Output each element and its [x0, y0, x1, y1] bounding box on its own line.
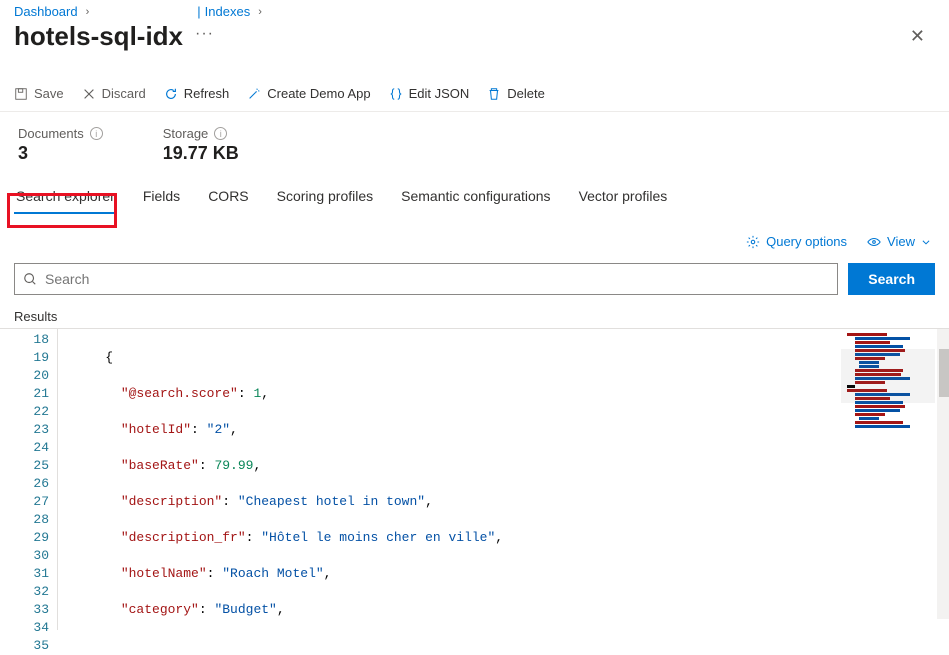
- page-title: hotels-sql-idx: [14, 21, 183, 52]
- more-icon[interactable]: ···: [195, 25, 214, 49]
- search-box[interactable]: [14, 263, 838, 295]
- storage-label: Storage: [163, 126, 209, 141]
- search-icon: [23, 272, 37, 286]
- trash-icon: [487, 87, 501, 101]
- search-row: Search: [0, 259, 949, 303]
- search-input[interactable]: [45, 271, 829, 287]
- delete-label: Delete: [507, 86, 545, 101]
- toolbar: Save Discard Refresh Create Demo App Edi…: [0, 78, 949, 112]
- stats-row: Documents i 3 Storage i 19.77 KB: [0, 112, 949, 180]
- line-gutter: 181920 212223 242526 272829 303132 33343…: [0, 329, 58, 630]
- breadcrumb: Dashboard › | Indexes ›: [0, 0, 949, 19]
- documents-stat: Documents i 3: [18, 126, 103, 164]
- tab-fields[interactable]: Fields: [141, 180, 182, 214]
- breadcrumb-dashboard[interactable]: Dashboard: [14, 4, 78, 19]
- edit-json-button[interactable]: Edit JSON: [389, 86, 470, 101]
- minimap[interactable]: [841, 329, 949, 619]
- refresh-label: Refresh: [184, 86, 230, 101]
- title-row: hotels-sql-idx ··· ✕: [0, 19, 949, 60]
- view-label: View: [887, 234, 915, 249]
- code-content[interactable]: { "@search.score": 1, "hotelId": "2", "b…: [58, 329, 841, 630]
- tab-cors[interactable]: CORS: [206, 180, 250, 214]
- info-icon[interactable]: i: [90, 127, 103, 140]
- tab-semantic[interactable]: Semantic configurations: [399, 180, 552, 214]
- view-button[interactable]: View: [867, 234, 931, 249]
- chevron-down-icon: [921, 237, 931, 247]
- edit-json-label: Edit JSON: [409, 86, 470, 101]
- save-label: Save: [34, 86, 64, 101]
- action-row: Query options View: [0, 214, 949, 259]
- create-demo-button[interactable]: Create Demo App: [247, 86, 370, 101]
- eye-icon: [867, 235, 881, 249]
- tab-vector[interactable]: Vector profiles: [577, 180, 670, 214]
- discard-button[interactable]: Discard: [82, 86, 146, 101]
- save-button[interactable]: Save: [14, 86, 64, 101]
- search-button[interactable]: Search: [848, 263, 935, 295]
- close-icon[interactable]: ✕: [910, 26, 935, 47]
- scrollbar-thumb[interactable]: [939, 349, 949, 397]
- braces-icon: [389, 87, 403, 101]
- results-label: Results: [0, 303, 949, 328]
- query-options-label: Query options: [766, 234, 847, 249]
- tabs: Search explorer Fields CORS Scoring prof…: [0, 180, 949, 214]
- tab-scoring[interactable]: Scoring profiles: [275, 180, 376, 214]
- chevron-right-icon: ›: [258, 6, 262, 18]
- code-area: 181920 212223 242526 272829 303132 33343…: [0, 328, 949, 630]
- documents-label: Documents: [18, 126, 84, 141]
- documents-value: 3: [18, 143, 103, 164]
- storage-stat: Storage i 19.77 KB: [163, 126, 239, 164]
- create-demo-label: Create Demo App: [267, 86, 370, 101]
- storage-value: 19.77 KB: [163, 143, 239, 164]
- refresh-icon: [164, 87, 178, 101]
- info-icon[interactable]: i: [214, 127, 227, 140]
- discard-label: Discard: [102, 86, 146, 101]
- breadcrumb-pipe: |: [197, 4, 200, 19]
- minimap-viewport[interactable]: [841, 349, 935, 403]
- gear-icon: [746, 235, 760, 249]
- breadcrumb-indexes[interactable]: Indexes: [205, 4, 251, 19]
- scrollbar[interactable]: [937, 329, 949, 619]
- x-icon: [82, 87, 96, 101]
- chevron-right-icon: ›: [86, 6, 90, 18]
- tab-search-explorer[interactable]: Search explorer: [14, 180, 117, 214]
- delete-button[interactable]: Delete: [487, 86, 545, 101]
- wand-icon: [247, 87, 261, 101]
- refresh-button[interactable]: Refresh: [164, 86, 230, 101]
- query-options-button[interactable]: Query options: [746, 234, 847, 249]
- save-icon: [14, 87, 28, 101]
